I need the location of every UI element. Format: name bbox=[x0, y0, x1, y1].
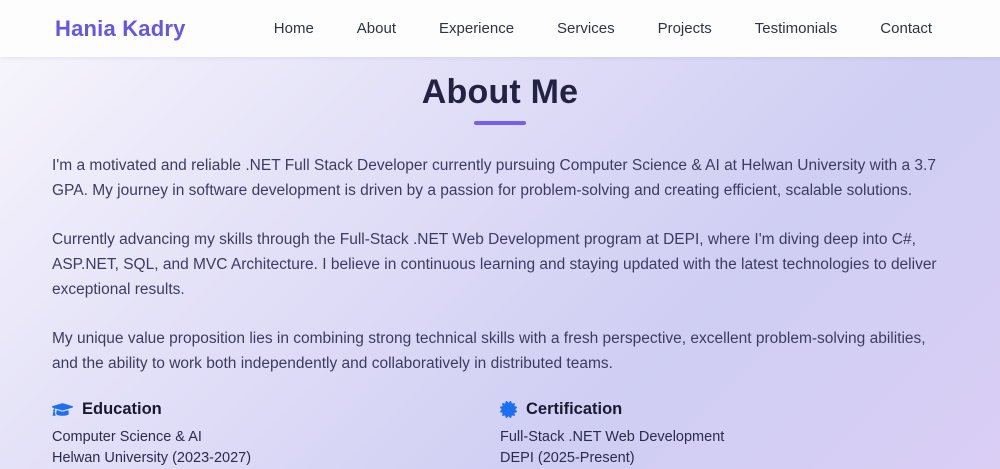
certification-program: Full-Stack .NET Web Development bbox=[500, 427, 948, 448]
education-details: Computer Science & AI Helwan University … bbox=[52, 427, 500, 469]
page-title: About Me bbox=[52, 73, 948, 112]
nav-item-services[interactable]: Services bbox=[557, 20, 615, 37]
about-paragraph: I'm a motivated and reliable .NET Full S… bbox=[52, 153, 948, 203]
nav-item-contact[interactable]: Contact bbox=[880, 20, 932, 37]
nav-item-about[interactable]: About bbox=[357, 20, 396, 37]
certification-heading: Certification bbox=[500, 400, 948, 419]
about-text: I'm a motivated and reliable .NET Full S… bbox=[52, 153, 948, 376]
certification-details: Full-Stack .NET Web Development DEPI (20… bbox=[500, 427, 948, 469]
education-degree: Computer Science & AI bbox=[52, 427, 500, 448]
education-certification-row: Education Computer Science & AI Helwan U… bbox=[52, 400, 948, 469]
nav-item-home[interactable]: Home bbox=[274, 20, 314, 37]
certificate-icon bbox=[500, 401, 517, 418]
about-section: About Me I'm a motivated and reliable .N… bbox=[0, 57, 1000, 469]
about-paragraph: Currently advancing my skills through th… bbox=[52, 227, 948, 302]
education-title: Education bbox=[82, 400, 162, 419]
certification-title: Certification bbox=[526, 400, 622, 419]
certification-provider: DEPI (2025-Present) bbox=[500, 448, 948, 469]
education-university: Helwan University (2023-2027) bbox=[52, 448, 500, 469]
main-nav: Home About Experience Services Projects … bbox=[274, 20, 932, 37]
graduation-cap-icon bbox=[52, 401, 73, 418]
certification-block: Certification Full-Stack .NET Web Develo… bbox=[500, 400, 948, 469]
nav-item-projects[interactable]: Projects bbox=[658, 20, 712, 37]
title-underline bbox=[474, 121, 526, 125]
education-heading: Education bbox=[52, 400, 500, 419]
top-navbar: Hania Kadry Home About Experience Servic… bbox=[0, 0, 1000, 57]
site-logo[interactable]: Hania Kadry bbox=[55, 16, 186, 42]
nav-item-testimonials[interactable]: Testimonials bbox=[755, 20, 838, 37]
education-block: Education Computer Science & AI Helwan U… bbox=[52, 400, 500, 469]
nav-item-experience[interactable]: Experience bbox=[439, 20, 514, 37]
about-paragraph: My unique value proposition lies in comb… bbox=[52, 326, 948, 376]
portfolio-page: Hania Kadry Home About Experience Servic… bbox=[0, 0, 1000, 467]
